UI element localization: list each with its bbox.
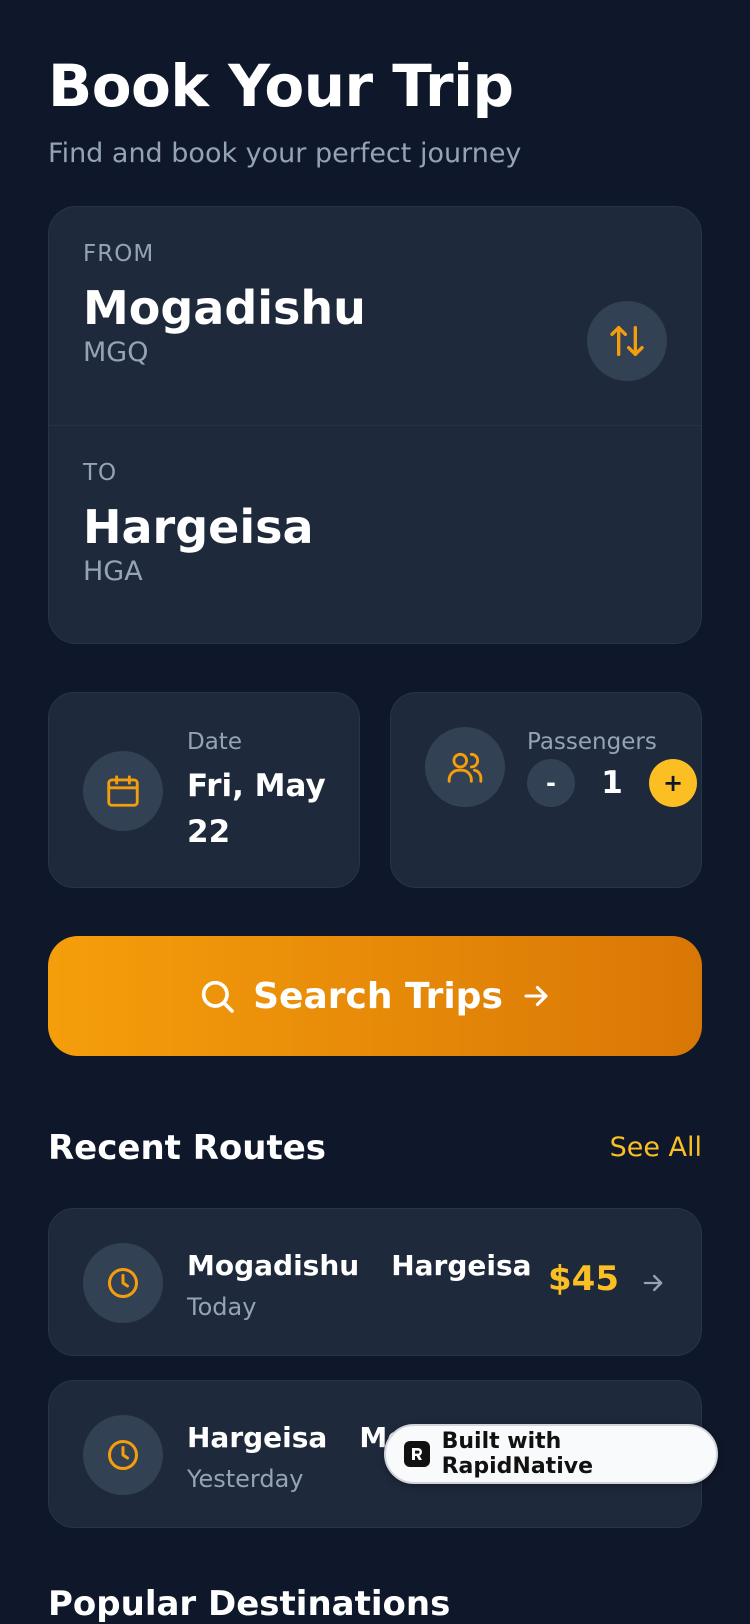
increment-passengers-button[interactable]: +: [649, 759, 697, 807]
from-section[interactable]: FROM Mogadishu MGQ: [49, 207, 701, 425]
popular-destinations-title: Popular Destinations: [48, 1584, 451, 1624]
swap-button[interactable]: [587, 301, 667, 381]
recent-route-time: Today: [187, 1293, 257, 1321]
passenger-count: 1: [601, 765, 623, 801]
recent-route-to: Hargeisa: [391, 1249, 532, 1282]
built-with-badge[interactable]: Built with RapidNative: [384, 1424, 718, 1484]
trip-options-row: Date Fri, May 22 Passengers - 1 +: [48, 692, 702, 888]
search-trips-button[interactable]: Search Trips: [48, 936, 702, 1056]
passenger-stepper: - 1 +: [527, 759, 697, 807]
users-icon: [447, 752, 483, 783]
recent-routes-title: Recent Routes: [48, 1128, 327, 1168]
rapidnative-logo-icon: [404, 1441, 430, 1467]
badge-label: Built with RapidNative: [441, 1429, 593, 1479]
recent-route-from: Hargeisa: [187, 1421, 328, 1454]
route-card: FROM Mogadishu MGQ TO Hargeisa HGA: [48, 206, 702, 644]
passengers-icon-circle: [425, 727, 505, 807]
see-all-link[interactable]: See All: [610, 1132, 702, 1163]
booking-screen: Book Your Trip Find and book your perfec…: [0, 0, 750, 1624]
from-code: MGQ: [83, 337, 149, 368]
date-value: Fri, May 22: [187, 768, 326, 850]
to-city: Hargeisa: [83, 500, 314, 554]
recent-route-time: Yesterday: [187, 1465, 304, 1493]
from-label: FROM: [83, 241, 155, 267]
date-label: Date: [187, 729, 242, 755]
recent-route-from: Mogadishu: [187, 1249, 360, 1282]
recent-route-item[interactable]: Mogadishu Hargeisa Today $45: [48, 1208, 702, 1356]
passengers-label: Passengers: [527, 729, 657, 755]
to-section[interactable]: TO Hargeisa HGA: [49, 425, 701, 643]
to-label: TO: [83, 460, 118, 486]
recent-route-cities: Mogadishu Hargeisa: [187, 1249, 532, 1282]
passengers-card: Passengers - 1 +: [390, 692, 702, 888]
arrow-right-icon: [643, 1274, 663, 1292]
history-icon-circle: [83, 1415, 163, 1495]
date-icon-circle: [83, 751, 163, 831]
recent-route-price: $45: [548, 1259, 619, 1299]
search-trips-label: Search Trips: [253, 975, 503, 1017]
history-icon-circle: [83, 1243, 163, 1323]
from-city: Mogadishu: [83, 281, 366, 335]
calendar-icon: [107, 775, 139, 807]
decrement-passengers-button[interactable]: -: [527, 759, 575, 807]
search-icon: [201, 980, 234, 1013]
date-picker-card[interactable]: Date Fri, May 22: [48, 692, 360, 888]
clock-icon: [108, 1440, 138, 1470]
page-title: Book Your Trip: [48, 52, 514, 120]
to-code: HGA: [83, 556, 143, 587]
swap-vertical-icon: [610, 326, 644, 356]
page-subtitle: Find and book your perfect journey: [48, 138, 522, 169]
arrow-right-icon: [524, 985, 548, 1007]
clock-icon: [108, 1268, 138, 1298]
